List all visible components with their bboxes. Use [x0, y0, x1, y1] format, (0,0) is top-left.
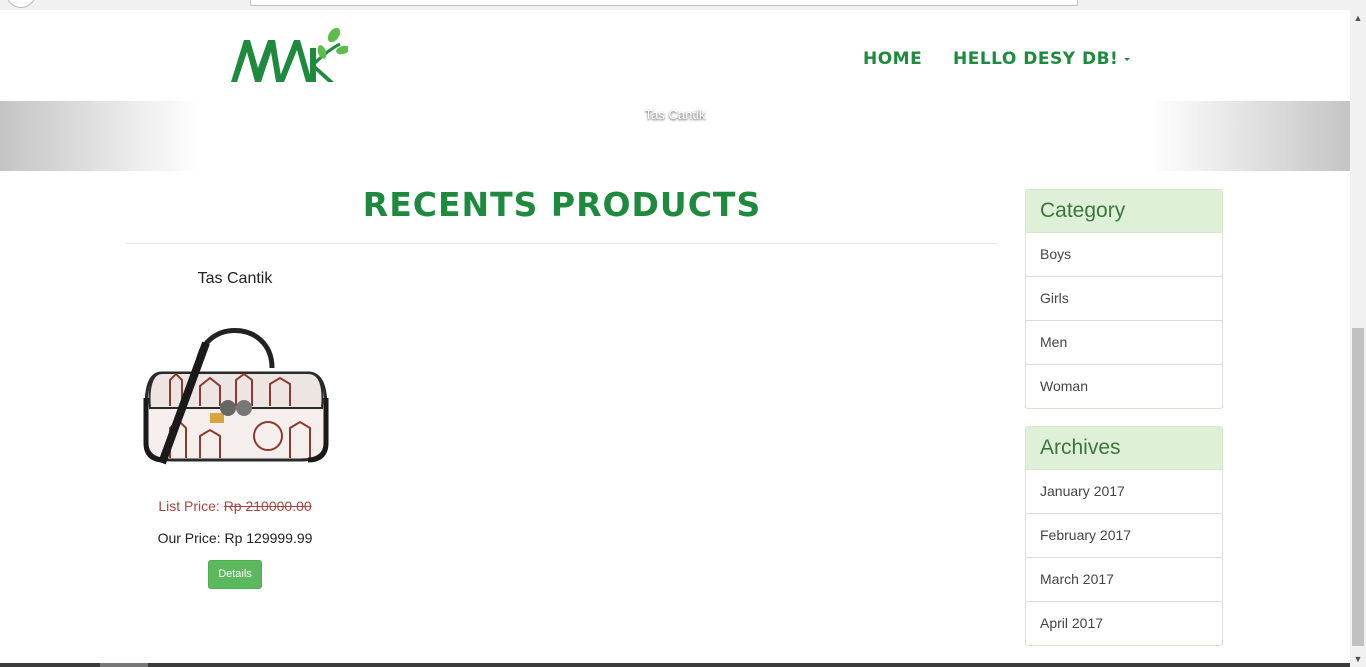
caret-down-icon [1124, 57, 1131, 61]
scrollbar-thumb[interactable] [1352, 328, 1364, 646]
mak-logo[interactable] [228, 26, 350, 86]
our-price: Our Price: Rp 129999.99 [157, 530, 313, 546]
scroll-down-icon[interactable]: ▼ [1350, 651, 1366, 667]
product-image[interactable] [140, 308, 330, 478]
divider [126, 243, 998, 244]
list-price-label: List Price: [158, 498, 220, 514]
category-item-woman[interactable]: Woman [1025, 365, 1223, 408]
list-price: List Price: Rp 210000.00 [126, 498, 344, 514]
product-name: Tas Cantik [197, 270, 273, 287]
page-scrollbar[interactable]: ▲ ▼ [1350, 10, 1366, 667]
details-button[interactable]: Details [208, 560, 262, 589]
archive-item-april-2017[interactable]: April 2017 [1025, 602, 1223, 645]
archive-item-march-2017[interactable]: March 2017 [1025, 558, 1223, 602]
category-item-men[interactable]: Men [1025, 321, 1223, 365]
banner-caption: Tas Cantik [644, 107, 706, 122]
browser-back-icon[interactable] [6, 0, 36, 8]
archives-panel: Archives January 2017 February 2017 Marc… [1025, 426, 1223, 646]
taskbar-edge [0, 663, 1350, 667]
scroll-up-icon[interactable]: ▲ [1350, 10, 1366, 26]
site-header: HOME HELLO DESY DB! [0, 10, 1350, 101]
user-dropdown-label: HELLO DESY DB! [953, 49, 1119, 69]
user-dropdown[interactable]: HELLO DESY DB! [953, 49, 1131, 69]
category-item-boys[interactable]: Boys [1025, 233, 1223, 277]
category-panel: Category Boys Girls Men Woman [1025, 189, 1223, 409]
page-title: RECENTS PRODUCTS [362, 185, 762, 224]
nav-home-link[interactable]: HOME [863, 49, 922, 69]
category-item-girls[interactable]: Girls [1025, 277, 1223, 321]
list-price-value: Rp 210000.00 [223, 498, 312, 514]
banner-carousel: Tas Cantik [0, 101, 1350, 171]
product-card: Tas Cantik List Price: Rp 210000.00 Our … [126, 258, 344, 589]
archives-heading: Archives [1026, 427, 1222, 470]
category-heading: Category [1026, 190, 1222, 233]
address-bar[interactable] [250, 0, 1078, 6]
archive-item-january-2017[interactable]: January 2017 [1025, 470, 1223, 514]
archive-item-february-2017[interactable]: February 2017 [1025, 514, 1223, 558]
